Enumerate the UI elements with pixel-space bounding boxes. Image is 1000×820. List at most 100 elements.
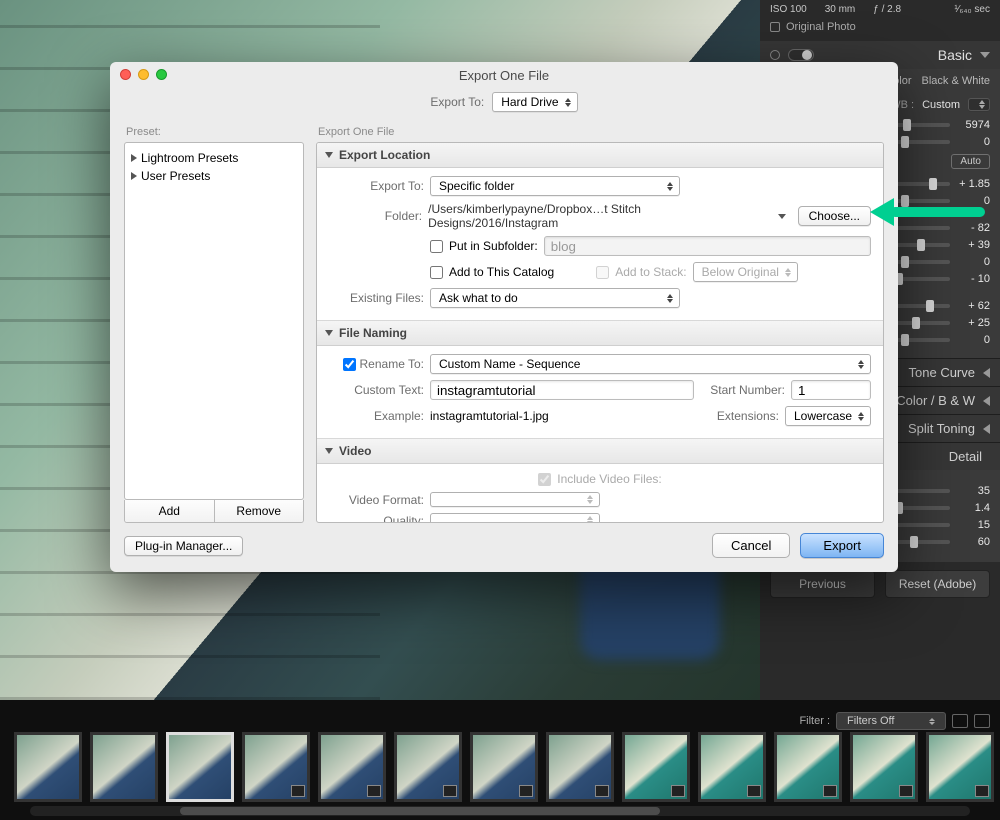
filmstrip-thumbnail[interactable] [546, 732, 614, 802]
chevron-down-icon [325, 152, 333, 158]
slider-value: + 39 [958, 239, 990, 251]
panel-title: Tone Curve [909, 365, 975, 380]
video-format-label: Video Format: [329, 493, 424, 507]
rename-checkbox[interactable] [343, 358, 356, 371]
filter-dropdown[interactable]: Filters Off [836, 712, 946, 730]
slider-value: 0 [958, 136, 990, 148]
preset-folder[interactable]: User Presets [129, 167, 299, 185]
video-format-dropdown [430, 492, 600, 507]
wb-value[interactable]: Custom [922, 99, 960, 111]
plugin-manager-button[interactable]: Plug-in Manager... [124, 536, 243, 556]
export-to-value: Hard Drive [501, 95, 558, 109]
treatment-bw[interactable]: Black & White [922, 75, 990, 87]
filmstrip-thumbnail[interactable] [394, 732, 462, 802]
filmstrip-scrollbar[interactable] [30, 806, 970, 816]
thumbnail-badge [671, 785, 685, 797]
export-to-label: Export To: [430, 95, 484, 109]
slider-thumb[interactable] [901, 195, 909, 207]
slider-thumb[interactable] [917, 239, 925, 251]
extensions-value: Lowercase [794, 409, 852, 423]
stack-position-dropdown: Below Original [693, 262, 798, 282]
thumbnail-badge [367, 785, 381, 797]
slider-value: 5974 [958, 119, 990, 131]
export-button[interactable]: Export [800, 533, 884, 558]
preset-remove-button[interactable]: Remove [215, 500, 304, 522]
section-file-naming-body: Rename To: Custom Name - Sequence Custom… [317, 346, 883, 438]
include-video-checkbox [538, 473, 551, 486]
thumbnail-badge [291, 785, 305, 797]
section-video-title: Video [339, 444, 371, 458]
thumbnail-badge [823, 785, 837, 797]
slider-thumb[interactable] [912, 317, 920, 329]
thumbnail-badge [443, 785, 457, 797]
filmstrip-thumbnail[interactable] [698, 732, 766, 802]
original-photo-row[interactable]: Original Photo [760, 19, 1000, 41]
extensions-dropdown[interactable]: Lowercase [785, 406, 871, 426]
close-window-icon[interactable] [120, 69, 131, 80]
filmstrip-thumbnail[interactable] [90, 732, 158, 802]
slider-thumb[interactable] [901, 256, 909, 268]
reset-button[interactable]: Reset (Adobe) [885, 570, 990, 598]
slider-thumb[interactable] [929, 178, 937, 190]
preset-folder[interactable]: Lightroom Presets [129, 149, 299, 167]
section-location-title: Export Location [339, 148, 430, 162]
slider-thumb[interactable] [926, 300, 934, 312]
filter-value: Filters Off [847, 715, 894, 727]
exif-focal: 30 mm [825, 4, 856, 15]
filmstrip-thumbnail[interactable] [318, 732, 386, 802]
filmstrip-thumbnail[interactable] [14, 732, 82, 802]
preset-add-button[interactable]: Add [125, 500, 215, 522]
example-value: instagramtutorial-1.jpg [430, 409, 549, 423]
previous-button[interactable]: Previous [770, 570, 875, 598]
section-export-location-header[interactable]: Export Location [317, 143, 883, 168]
slider-thumb[interactable] [903, 119, 911, 131]
filmstrip-thumbnail[interactable] [774, 732, 842, 802]
include-video-label: Include Video Files: [557, 472, 662, 486]
panel-toggle-switch[interactable] [788, 49, 814, 61]
filmstrip-thumbnail[interactable] [926, 732, 994, 802]
filmstrip-thumbnail[interactable] [166, 732, 234, 802]
auto-button[interactable]: Auto [951, 154, 990, 169]
custom-text-input[interactable] [430, 380, 694, 400]
filter-icon-1[interactable] [952, 714, 968, 728]
rename-template-dropdown[interactable]: Custom Name - Sequence [430, 354, 871, 374]
slider-thumb[interactable] [901, 136, 909, 148]
slider-thumb[interactable] [901, 334, 909, 346]
put-subfolder-checkbox[interactable] [430, 240, 443, 253]
slider-value: 0 [958, 334, 990, 346]
thumbnail-badge [595, 785, 609, 797]
filter-icon-2[interactable] [974, 714, 990, 728]
stack-position-value: Below Original [702, 265, 779, 279]
exif-shutter: ¹⁄₆₄₀ sec [954, 4, 990, 15]
section-video-header[interactable]: Video [317, 438, 883, 464]
filmstrip-thumbnail[interactable] [850, 732, 918, 802]
filmstrip-thumbnail[interactable] [470, 732, 538, 802]
minimize-window-icon[interactable] [138, 69, 149, 80]
filmstrip-thumbs [14, 732, 1000, 802]
original-photo-checkbox[interactable] [770, 22, 780, 32]
add-catalog-checkbox[interactable] [430, 266, 443, 279]
zoom-window-icon[interactable] [156, 69, 167, 80]
loc-export-to-label: Export To: [329, 179, 424, 193]
slider-value: 0 [958, 195, 990, 207]
existing-files-dropdown[interactable]: Ask what to do [430, 288, 680, 308]
section-video-body: Include Video Files: Video Format: Quali… [317, 464, 883, 522]
wb-dropdown[interactable] [968, 98, 990, 111]
filmstrip-thumbnail[interactable] [622, 732, 690, 802]
folder-history-dropdown[interactable] [778, 214, 786, 219]
export-to-dropdown[interactable]: Hard Drive [492, 92, 577, 112]
chevron-down-icon [980, 52, 990, 58]
cancel-button[interactable]: Cancel [712, 533, 790, 558]
subfolder-input [544, 236, 871, 256]
section-file-naming-header[interactable]: File Naming [317, 320, 883, 346]
choose-folder-button[interactable]: Choose... [798, 206, 871, 226]
section-export-location-body: Export To: Specific folder Folder: /User… [317, 168, 883, 320]
filmstrip-thumbnail[interactable] [242, 732, 310, 802]
preset-caption: Preset: [124, 126, 304, 142]
put-subfolder-label: Put in Subfolder: [449, 239, 538, 253]
start-number-input[interactable] [791, 380, 871, 400]
loc-export-to-dropdown[interactable]: Specific folder [430, 176, 680, 196]
slider-thumb[interactable] [910, 536, 918, 548]
chevron-left-icon [983, 424, 990, 434]
preset-list[interactable]: Lightroom PresetsUser Presets [124, 142, 304, 500]
